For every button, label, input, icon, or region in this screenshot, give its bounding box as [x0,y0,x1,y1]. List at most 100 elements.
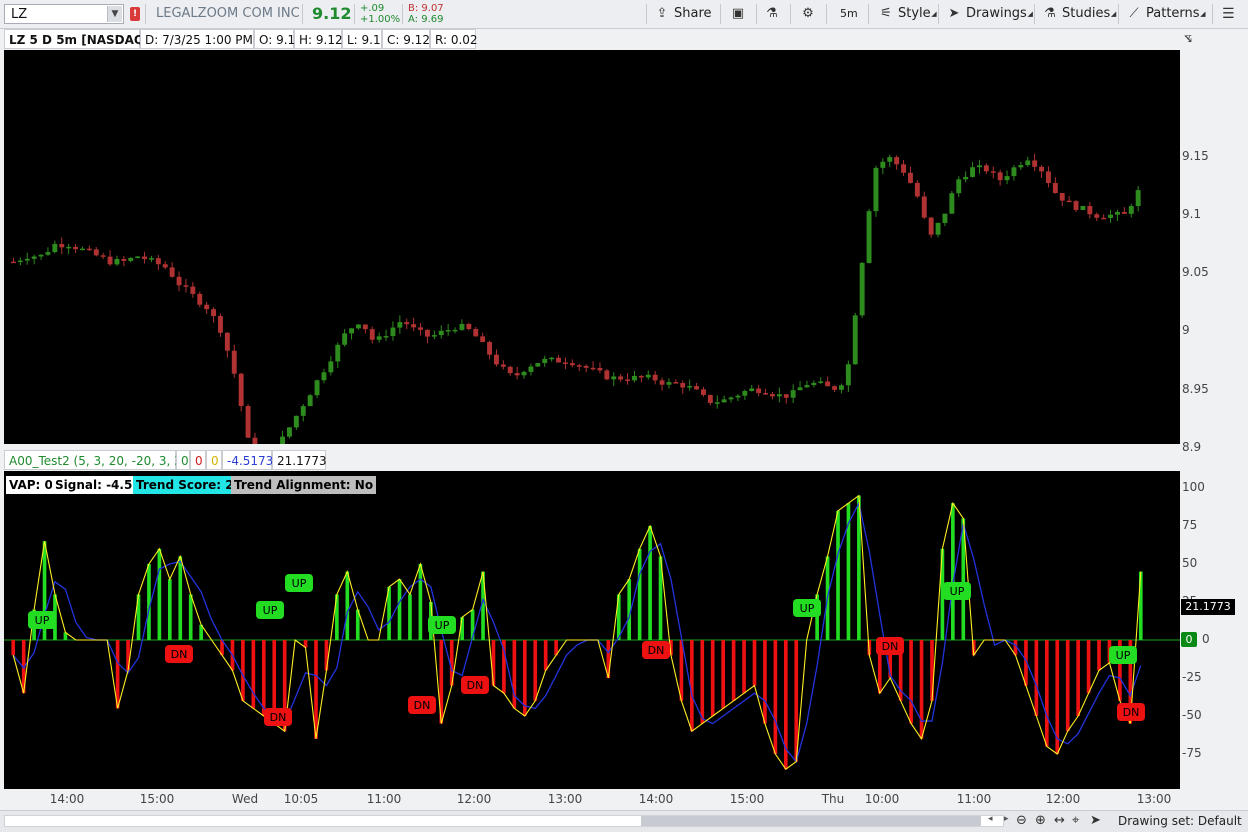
histogram-bar [836,510,840,640]
signal-badge-text: UP [435,619,450,632]
toolbar-divider [1212,4,1213,24]
vap-label: VAP: 0 [6,476,56,494]
study-value-2: 0 [190,450,206,470]
patterns-button[interactable]: ⟋ Patterns ◢ [1126,4,1205,24]
bar-low: L: 9.1 [342,29,382,49]
candle-body [24,258,30,261]
candle-body [914,182,920,197]
candle-body [73,246,78,250]
menu-icon[interactable]: ☰ [1222,6,1235,22]
up-signal-badge: UP [793,599,821,617]
toolbar-divider [354,4,355,24]
oscillator-tick-label: 75 [1182,518,1198,532]
signal-badge-text: DN [414,699,431,712]
candle-body [211,309,216,317]
toolbar-divider [302,4,303,24]
last-price: 9.12 [312,4,352,23]
price-chart-svg [11,153,1141,469]
horizontal-scrollbar[interactable] [4,815,1004,827]
price-tick-label: 8.95 [1182,381,1209,396]
time-axis[interactable]: 14:00 15:00 Wed 10:05 11:00 12:00 13:00 14:00 15… [4,790,1180,810]
candle-body [825,381,831,387]
candle-body [93,249,99,256]
candle-body [673,382,679,384]
histogram-bar [251,640,256,709]
candle-body [231,350,237,374]
signal-line [12,494,1142,770]
price-chart-panel[interactable] [4,50,1180,469]
alert-badge[interactable]: ! [130,7,140,21]
drawing-tool-icon[interactable]: ⦪ [1184,30,1192,46]
signal-badge-text: DN [171,648,188,661]
chevron-down-icon[interactable]: ▼ [107,6,122,22]
candle-body [1039,166,1044,172]
scroll-left-icon[interactable]: ◂ [988,814,993,824]
drawings-button[interactable]: ➤ Drawings ◢ [946,4,1033,24]
candle-body [66,246,72,249]
snapshot-button[interactable]: ▣ [730,4,750,24]
time-tick-label: 11:00 [956,792,992,806]
candle-body [728,397,734,400]
lab-button[interactable]: ⚗ [764,4,784,24]
timeframe-button[interactable]: 5m [840,4,858,24]
candle-body [397,322,403,328]
toolbar-divider [938,4,939,24]
histogram-bar [1034,640,1039,716]
histogram-bar [324,640,329,671]
settings-button[interactable]: ⚙ [800,4,820,24]
drawing-set-label[interactable]: Drawing set: Default [1118,814,1242,828]
price-tick-label: 9.05 [1182,265,1209,280]
bar-open: O: 9.1 [254,29,295,49]
candle-body [38,254,44,257]
toolbar-divider [790,4,791,24]
chevron-down-icon: ◢ [1110,10,1117,18]
scrollbar-thumb[interactable] [641,816,981,826]
candle-body [293,415,299,428]
crosshair-icon[interactable]: ⌖ [1072,813,1079,828]
candle-body [652,374,658,381]
candle-body [473,329,479,337]
candle-body [590,367,596,370]
up-signal-badge: UP [1109,646,1137,664]
histogram-bar [742,640,746,694]
candle-body [1101,217,1107,220]
candle-body [818,381,824,383]
bar-range: R: 0.02 [430,29,478,49]
histogram-bar [188,594,193,640]
oscillator-axis[interactable]: 1007550250-25-50-75 [1180,471,1248,789]
zoom-out-icon[interactable]: ⊖ [1016,813,1027,828]
histogram-bar [1138,571,1143,640]
candle-body [224,332,230,351]
up-signal-badge: UP [428,616,456,634]
candle-body [811,382,817,386]
candle-body [52,244,58,253]
studies-button[interactable]: ⚗ Studies ◢ [1042,4,1116,24]
share-button[interactable]: ⇪ Share [654,4,712,24]
last-value-tag: 21.1773 [1181,599,1235,615]
candle-body [238,373,244,407]
style-icon: ⚟ [880,6,892,21]
candle-body [928,217,934,235]
cursor-icon[interactable]: ➤ [1090,813,1101,828]
pan-icon[interactable]: ↔ [1054,813,1065,828]
candle-body [162,264,168,268]
candle-body [390,327,396,337]
price-axis[interactable]: 9.15 9.1 9.05 9 8.95 8.9 [1180,50,1248,454]
drawings-label: Drawings [966,6,1027,21]
candle-body [680,383,686,388]
candle-body [632,375,637,381]
zoom-in-icon[interactable]: ⊕ [1035,813,1046,828]
price-tick-label: 9.15 [1182,149,1209,163]
oscillator-tick-label: 100 [1182,480,1205,494]
study-name[interactable]: A00_Test2 (5, 3, 20, -20, 3, 3) [4,450,186,470]
oscillator-panel[interactable]: UP DN UP UP DN DN UP DN DN UP DN UP UP DN VAP: 0 Sign… [4,471,1180,789]
symbol-input[interactable]: LZ ▼ [4,4,124,24]
candle-body [59,244,65,248]
candle-body [990,171,996,173]
style-label: Style [898,6,931,21]
candle-body [349,328,354,334]
candle-body [507,366,513,374]
style-button[interactable]: ⚟ Style ◢ [878,4,936,24]
scroll-right-icon[interactable]: ▸ [1004,814,1009,824]
histogram-bar [418,564,423,640]
